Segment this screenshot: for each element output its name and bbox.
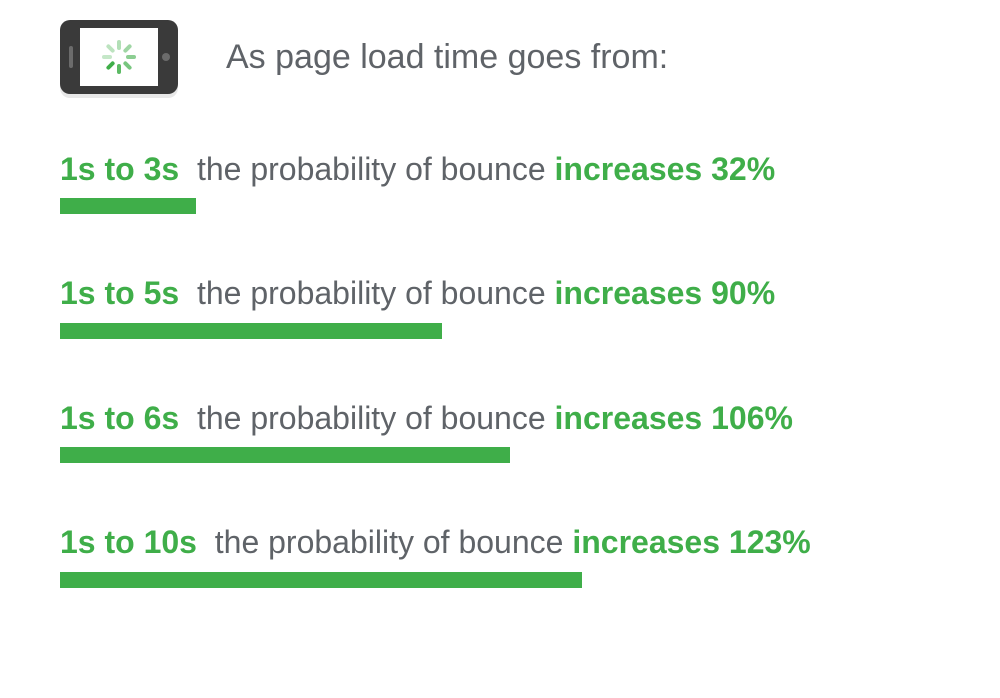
row-text: 1s to 3s the probability of bounce incre…	[60, 150, 940, 188]
header: As page load time goes from:	[60, 20, 940, 94]
time-range: 1s to 5s	[60, 275, 179, 311]
row-text: 1s to 6s the probability of bounce incre…	[60, 399, 940, 437]
phone-screen	[80, 28, 158, 86]
row-1s-6s: 1s to 6s the probability of bounce incre…	[60, 399, 940, 463]
bar	[60, 198, 196, 214]
mid-text: the probability of bounce	[197, 400, 546, 436]
bar	[60, 572, 582, 588]
rows: 1s to 3s the probability of bounce incre…	[60, 150, 940, 588]
mid-text: the probability of bounce	[197, 151, 546, 187]
time-range: 1s to 10s	[60, 524, 197, 560]
bar	[60, 447, 510, 463]
phone-icon	[60, 20, 178, 94]
row-text: 1s to 10s the probability of bounce incr…	[60, 523, 940, 561]
increase: increases 106%	[555, 400, 793, 436]
mid-text: the probability of bounce	[197, 275, 546, 311]
chart-title: As page load time goes from:	[226, 38, 668, 77]
row-text: 1s to 5s the probability of bounce incre…	[60, 274, 940, 312]
time-range: 1s to 3s	[60, 151, 179, 187]
row-1s-10s: 1s to 10s the probability of bounce incr…	[60, 523, 940, 587]
increase: increases 90%	[555, 275, 776, 311]
increase: increases 123%	[572, 524, 810, 560]
infographic: As page load time goes from: 1s to 3s th…	[0, 0, 1000, 608]
row-1s-5s: 1s to 5s the probability of bounce incre…	[60, 274, 940, 338]
mid-text: the probability of bounce	[215, 524, 564, 560]
row-1s-3s: 1s to 3s the probability of bounce incre…	[60, 150, 940, 214]
time-range: 1s to 6s	[60, 400, 179, 436]
bar	[60, 323, 442, 339]
loading-spinner-icon	[102, 40, 136, 74]
increase: increases 32%	[555, 151, 776, 187]
